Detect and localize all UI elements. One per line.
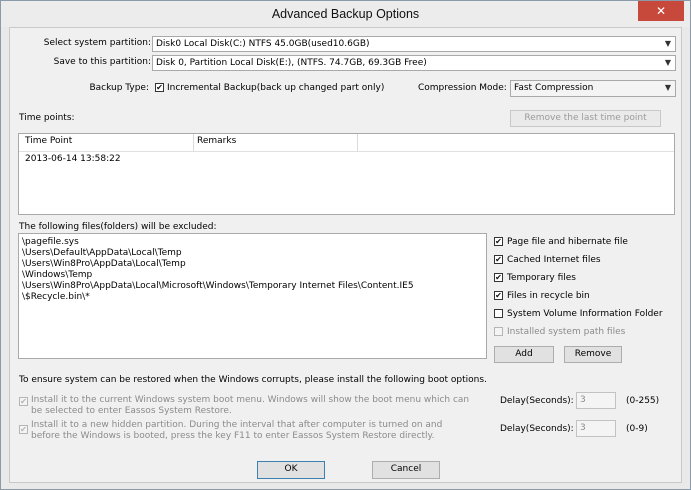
system-volume-information-checkbox[interactable] bbox=[494, 309, 503, 318]
hidden-partition-delay-input[interactable]: 3 bbox=[576, 420, 616, 437]
column-divider bbox=[193, 134, 194, 151]
check-icon: ✔ bbox=[495, 255, 502, 264]
check-icon: ✔ bbox=[156, 83, 163, 92]
time-points-label: Time points: bbox=[19, 113, 75, 123]
close-button[interactable]: ✕ bbox=[638, 1, 684, 21]
close-icon: ✕ bbox=[655, 4, 667, 18]
cached-internet-files-checkbox[interactable]: ✔ bbox=[494, 255, 503, 264]
check-icon: ✔ bbox=[495, 273, 502, 282]
excluded-path: \Users\Default\AppData\Local\Temp bbox=[22, 248, 182, 258]
system-partition-select[interactable]: Disk0 Local Disk(C:) NTFS 45.0GB(used10.… bbox=[152, 36, 676, 52]
remove-button[interactable]: Remove bbox=[564, 346, 622, 363]
column-header-remarks[interactable]: Remarks bbox=[197, 136, 236, 146]
column-header-time-point[interactable]: Time Point bbox=[25, 136, 72, 146]
boot-options-intro: To ensure system can be restored when th… bbox=[19, 375, 487, 385]
window-title: Advanced Backup Options bbox=[271, 7, 420, 21]
boot-menu-delay-input[interactable]: 3 bbox=[576, 392, 616, 409]
time-points-table: Time Point Remarks 2013-06-14 13:58:22 bbox=[18, 133, 675, 215]
cancel-button[interactable]: Cancel bbox=[372, 461, 440, 479]
chevron-down-icon: ▼ bbox=[664, 58, 671, 67]
incremental-backup-label: Incremental Backup(back up changed part … bbox=[167, 83, 385, 93]
cached-internet-files-label: Cached Internet files bbox=[507, 255, 601, 265]
installed-system-path-checkbox[interactable] bbox=[494, 327, 503, 336]
excluded-path: \pagefile.sys bbox=[22, 237, 79, 247]
compression-mode-label: Compression Mode: bbox=[418, 83, 507, 93]
dialog-body: Select system partition: Disk0 Local Dis… bbox=[9, 27, 682, 483]
page-file-checkbox[interactable]: ✔ bbox=[494, 237, 503, 246]
table-row[interactable]: 2013-06-14 13:58:22 bbox=[25, 154, 121, 164]
temporary-files-checkbox[interactable]: ✔ bbox=[494, 273, 503, 282]
check-icon: ✔ bbox=[495, 237, 502, 246]
chevron-down-icon: ▼ bbox=[664, 83, 671, 92]
check-icon: ✔ bbox=[20, 425, 27, 434]
time-point-cell: 2013-06-14 13:58:22 bbox=[25, 154, 121, 164]
compression-mode-select[interactable]: Fast Compression ▼ bbox=[510, 80, 676, 97]
column-divider bbox=[357, 134, 358, 151]
installed-system-path-label: Installed system path files bbox=[507, 327, 626, 337]
save-partition-label: Save to this partition: bbox=[53, 57, 151, 67]
recycle-bin-checkbox[interactable]: ✔ bbox=[494, 291, 503, 300]
boot-menu-text: Install it to the current Windows system… bbox=[31, 395, 470, 416]
boot-menu-checkbox[interactable]: ✔ bbox=[19, 397, 28, 406]
temporary-files-label: Temporary files bbox=[507, 273, 576, 283]
incremental-backup-checkbox[interactable]: ✔ bbox=[155, 83, 164, 92]
system-volume-information-label: System Volume Information Folder bbox=[507, 309, 663, 319]
add-button[interactable]: Add bbox=[494, 346, 554, 363]
system-partition-value: Disk0 Local Disk(C:) NTFS 45.0GB(used10.… bbox=[156, 39, 370, 49]
save-partition-value: Disk 0, Partition Local Disk(E:), (NTFS.… bbox=[156, 58, 427, 68]
excluded-path: \Windows\Temp bbox=[22, 270, 93, 280]
excluded-files-label: The following files(folders) will be exc… bbox=[19, 222, 217, 232]
save-partition-select[interactable]: Disk 0, Partition Local Disk(E:), (NTFS.… bbox=[152, 55, 676, 71]
system-partition-label: Select system partition: bbox=[43, 38, 151, 48]
excluded-files-list[interactable]: \pagefile.sys \Users\Default\AppData\Loc… bbox=[18, 233, 487, 359]
title-bar: Advanced Backup Options ✕ bbox=[1, 1, 690, 27]
check-icon: ✔ bbox=[20, 397, 27, 406]
hidden-partition-delay-range: (0-9) bbox=[626, 424, 648, 434]
recycle-bin-label: Files in recycle bin bbox=[507, 291, 590, 301]
advanced-backup-options-window: Advanced Backup Options ✕ Select system … bbox=[0, 0, 691, 490]
compression-mode-value: Fast Compression bbox=[514, 83, 594, 93]
ok-button[interactable]: OK bbox=[257, 461, 325, 479]
boot-menu-delay-range: (0-255) bbox=[626, 396, 660, 406]
excluded-path: \Users\Win8Pro\AppData\Local\Temp bbox=[22, 259, 186, 269]
check-icon: ✔ bbox=[495, 291, 502, 300]
excluded-path: \Users\Win8Pro\AppData\Local\Microsoft\W… bbox=[22, 281, 414, 291]
header-separator bbox=[19, 151, 674, 152]
hidden-partition-text: Install it to a new hidden partition. Du… bbox=[31, 420, 443, 441]
hidden-partition-delay-label: Delay(Seconds): bbox=[500, 424, 574, 434]
boot-menu-delay-label: Delay(Seconds): bbox=[500, 396, 574, 406]
excluded-path: \$Recycle.bin\* bbox=[22, 292, 90, 302]
page-file-label: Page file and hibernate file bbox=[507, 237, 628, 247]
chevron-down-icon: ▼ bbox=[664, 39, 671, 48]
backup-type-label: Backup Type: bbox=[89, 83, 149, 93]
remove-last-time-point-button[interactable]: Remove the last time point bbox=[510, 110, 661, 127]
hidden-partition-checkbox[interactable]: ✔ bbox=[19, 425, 28, 434]
